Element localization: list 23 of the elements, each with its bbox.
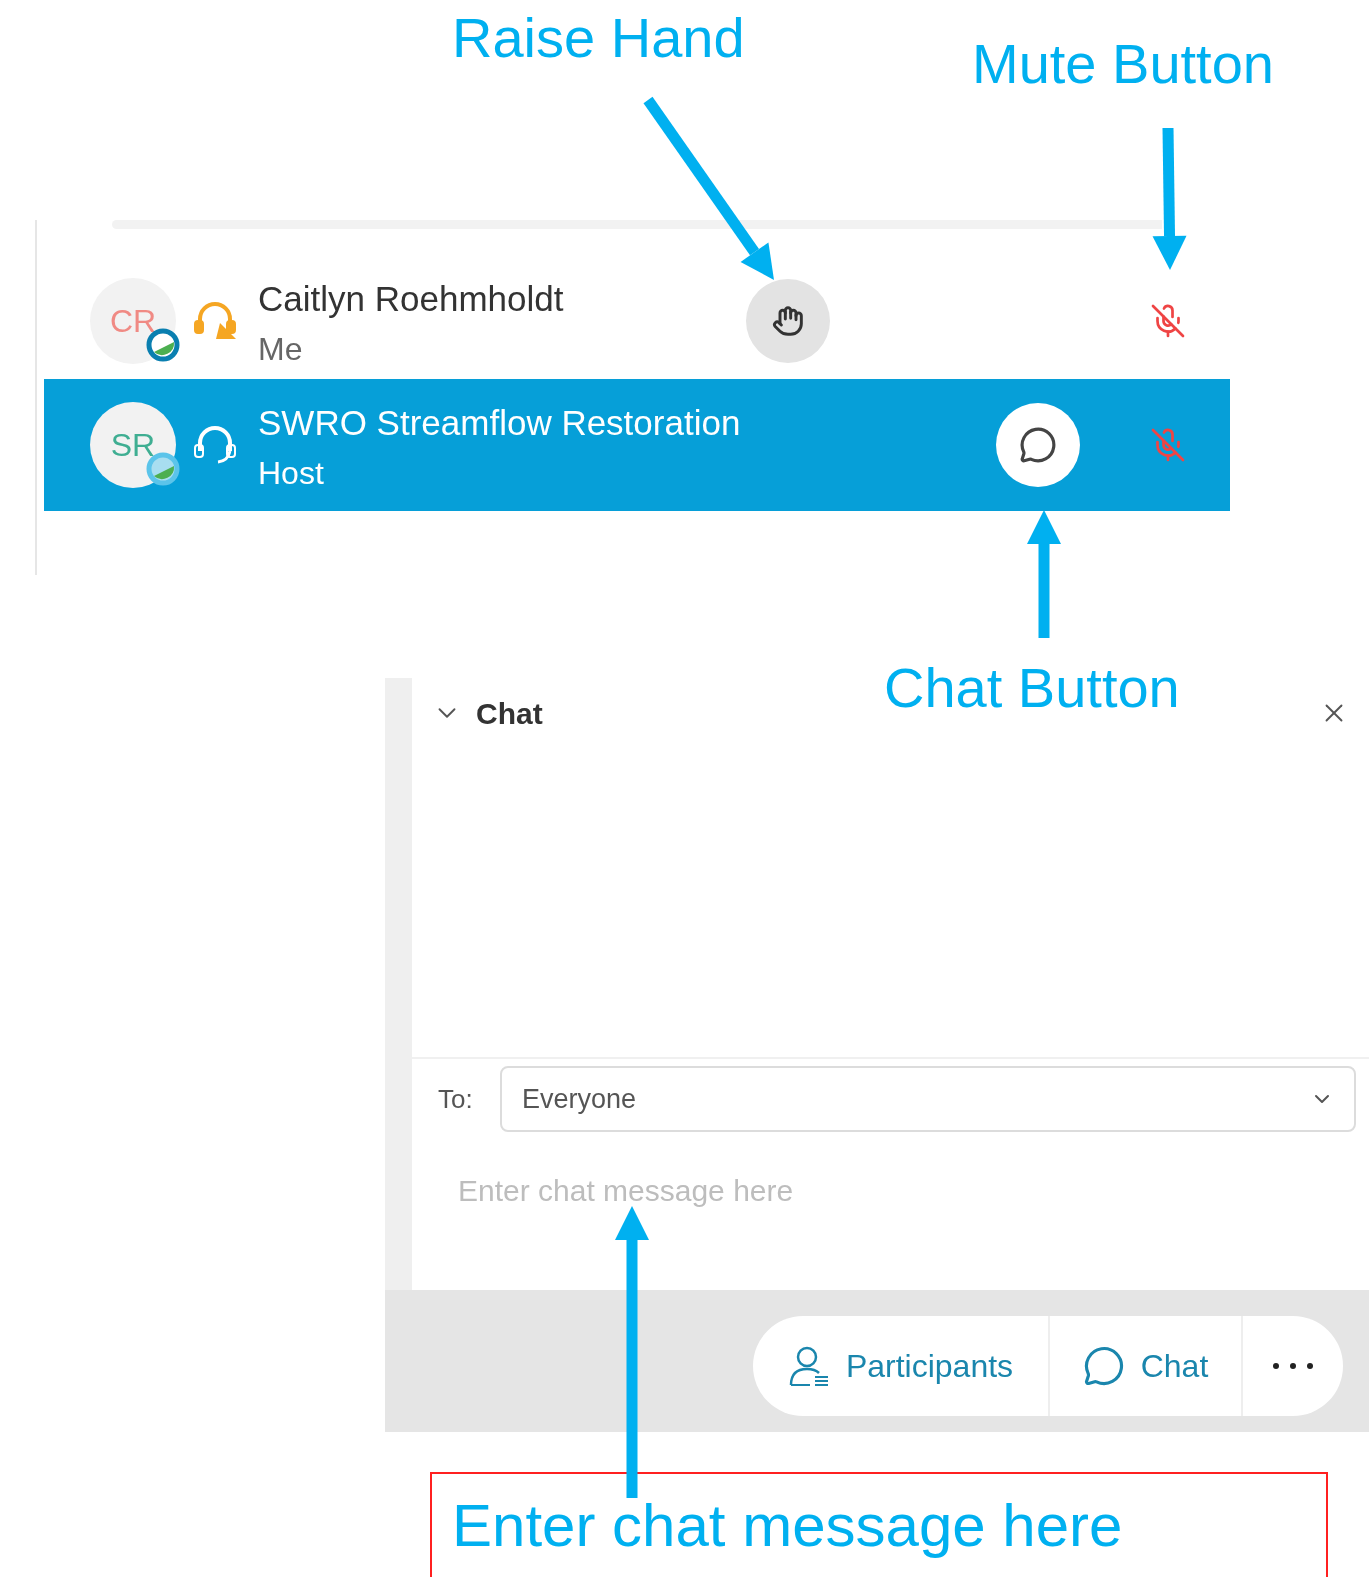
participant-name: SWRO Streamflow Restoration <box>258 402 741 444</box>
participant-row[interactable]: SR SWRO Streamflow Restoration Host <box>44 379 1230 511</box>
avatar-initials: SR <box>110 426 156 465</box>
participant-role: Me <box>258 329 303 369</box>
chat-title: Chat <box>476 695 543 732</box>
chat-message-input[interactable]: Enter chat message here <box>458 1168 1258 1212</box>
toolbar-button[interactable]: Participants <box>753 1316 1048 1416</box>
more-icon <box>1273 1363 1313 1369</box>
avatar-initials: CR <box>109 301 157 341</box>
muted-mic-icon[interactable] <box>1150 302 1186 339</box>
chat-bubble-icon <box>1019 426 1057 464</box>
chat-bubble-icon <box>1082 1345 1125 1387</box>
annotation-label: Mute Button <box>972 31 1274 97</box>
annotation-label: Enter chat message here <box>452 1492 1123 1559</box>
annotation-label: Chat Button <box>884 655 1180 721</box>
participant-name: Caitlyn Roehmholdt <box>258 277 564 320</box>
to-label: To: <box>438 1082 474 1116</box>
hand-icon <box>772 304 804 337</box>
person-list-icon <box>787 1345 830 1387</box>
toolbar-button[interactable]: Chat <box>1048 1316 1241 1416</box>
annotation-label: Raise Hand <box>452 5 745 71</box>
recipient-select[interactable]: Everyone <box>500 1066 1356 1132</box>
participant-role: Host <box>258 454 324 493</box>
